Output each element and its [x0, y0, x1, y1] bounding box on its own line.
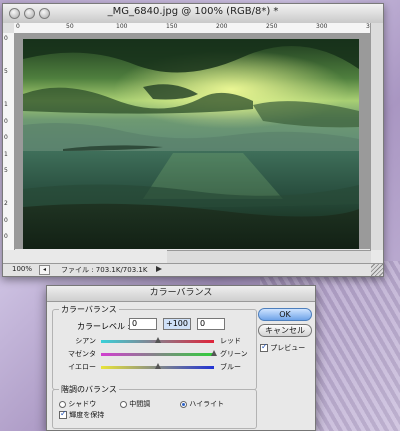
preserve-luminosity-check[interactable]: [59, 409, 67, 419]
status-menu-arrow-icon[interactable]: [155, 265, 163, 273]
cancel-button[interactable]: キャンセル: [258, 324, 312, 337]
yellow-blue-level-input[interactable]: 0: [197, 318, 225, 330]
shadows-label: シャドウ: [68, 400, 97, 408]
red-label: レッド: [220, 337, 241, 345]
magenta-label: マゼンタ: [68, 350, 96, 358]
highlights-radio-dot[interactable]: [180, 400, 187, 408]
preview-checkbox[interactable]: プレビュー: [260, 342, 306, 353]
photo-seascape: [23, 39, 359, 249]
ruler-h-tick: 250: [266, 23, 278, 30]
ruler-h-tick: 150: [166, 23, 178, 30]
ruler-h-tick: 100: [116, 23, 128, 30]
yellow-blue-slider-row: イエロー ブルー: [56, 362, 270, 372]
ruler-h-tick: 200: [216, 23, 228, 30]
horizontal-ruler[interactable]: 050100150200250300350: [14, 23, 377, 34]
window-title: _MG_6840.jpg @ 100% (RGB/8*) *: [107, 6, 279, 17]
yellow-blue-slider-thumb[interactable]: [154, 363, 161, 369]
vertical-scrollbar[interactable]: [370, 23, 383, 250]
midtones-label: 中間調: [129, 400, 151, 408]
preserve-luminosity-checkbox[interactable]: 輝度を保持: [59, 409, 105, 420]
midtones-radio[interactable]: 中間調: [120, 399, 150, 409]
dialog-title[interactable]: カラーバランス: [47, 286, 315, 302]
status-bar: 100% ◂ ファイル : 703.1K/703.1K: [3, 263, 383, 276]
cyan-red-slider-row: シアン レッド: [56, 336, 270, 346]
canvas-area[interactable]: [15, 34, 370, 249]
color-level-label: カラーレベル :: [77, 322, 131, 331]
ruler-v-tick: 5: [4, 167, 8, 174]
horizontal-scrollbar[interactable]: [167, 250, 371, 264]
ruler-v-tick: 0: [4, 233, 8, 240]
tone-balance-group-label: 階調のバランス: [59, 384, 119, 395]
color-balance-group-label: カラーバランス: [59, 304, 119, 315]
highlights-radio[interactable]: ハイライト: [180, 399, 224, 409]
ruler-v-tick: 2: [4, 200, 8, 207]
ruler-h-tick: 50: [66, 23, 74, 30]
highlights-label: ハイライト: [189, 400, 225, 408]
green-label: グリーン: [220, 350, 248, 358]
magenta-green-slider[interactable]: [101, 350, 217, 356]
ruler-v-tick: 0: [4, 35, 8, 42]
ruler-h-tick: 0: [16, 23, 20, 30]
cyan-red-slider-thumb[interactable]: [154, 337, 161, 343]
preview-label: プレビュー: [270, 344, 306, 352]
vertical-ruler[interactable]: 0510015200: [3, 33, 15, 250]
file-size-info: ファイル : 703.1K/703.1K: [61, 266, 148, 274]
ruler-h-tick: 300: [316, 23, 328, 30]
resize-grip[interactable]: [371, 264, 383, 276]
preview-check[interactable]: [260, 342, 268, 352]
ruler-v-tick: 0: [4, 216, 8, 224]
ruler-v-tick: 0: [4, 134, 8, 141]
shadows-radio-dot[interactable]: [59, 400, 66, 408]
window-titlebar[interactable]: _MG_6840.jpg @ 100% (RGB/8*) *: [3, 4, 383, 24]
midtones-radio-dot[interactable]: [120, 400, 127, 408]
zoom-level[interactable]: 100%: [12, 265, 32, 273]
cyan-red-level-input[interactable]: 0: [129, 318, 157, 330]
tone-balance-group: [52, 389, 257, 429]
color-balance-dialog: カラーバランス カラーバランス カラーレベル : 0 +100 0 シアン レッ…: [46, 285, 316, 431]
yellow-blue-slider[interactable]: [101, 363, 214, 369]
yellow-label: イエロー: [68, 363, 96, 371]
cyan-label: シアン: [75, 337, 96, 345]
magenta-green-slider-row: マゼンタ グリーン: [56, 349, 270, 359]
shadows-radio[interactable]: シャドウ: [59, 399, 96, 409]
magenta-green-level-input[interactable]: +100: [163, 318, 191, 330]
blue-label: ブルー: [220, 363, 241, 371]
status-info-button[interactable]: ◂: [39, 265, 50, 275]
ruler-v-tick: 1: [4, 150, 8, 158]
cyan-red-slider[interactable]: [101, 337, 214, 343]
document-window: _MG_6840.jpg @ 100% (RGB/8*) * 0 50 100 150…: [2, 3, 384, 277]
preserve-luminosity-label: 輝度を保持: [69, 411, 105, 419]
ok-button[interactable]: OK: [258, 308, 312, 321]
ruler-v-tick: 5: [4, 68, 8, 75]
ruler-v-tick: 1: [4, 101, 8, 108]
ruler-v-tick: 0: [4, 117, 8, 125]
magenta-green-slider-thumb[interactable]: [211, 350, 217, 356]
